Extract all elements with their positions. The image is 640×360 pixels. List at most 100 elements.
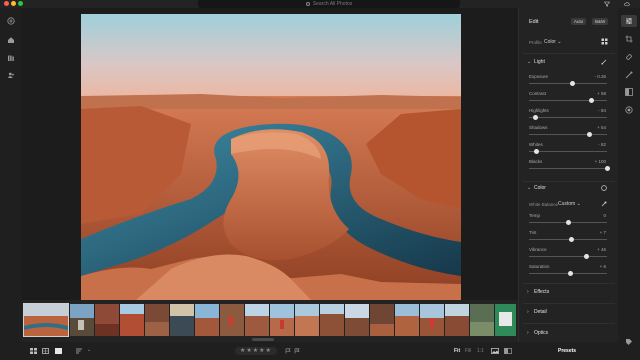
whites-slider-track[interactable] (529, 149, 607, 154)
filmstrip-thumbnail[interactable] (170, 304, 194, 336)
filmstrip-thumbnail[interactable] (370, 304, 394, 336)
light-section-header[interactable]: ⌄ Light (527, 59, 545, 65)
filmstrip-thumbnail[interactable] (445, 304, 469, 336)
temp-value[interactable]: 0 (603, 213, 606, 218)
filmstrip-thumbnail[interactable] (195, 304, 219, 336)
square-grid-icon[interactable] (42, 348, 49, 354)
profile-dropdown[interactable]: Color ⌄ (544, 39, 562, 45)
filmstrip[interactable] (22, 300, 518, 342)
search-field[interactable]: Search All Photos (198, 0, 460, 8)
healing-brush-icon[interactable] (625, 53, 633, 61)
exposure-value[interactable]: - 0.36 (594, 74, 606, 79)
edit-tool-active[interactable] (621, 15, 637, 27)
radial-gradient-icon[interactable] (625, 106, 633, 114)
filmstrip-thumbnail[interactable] (295, 304, 319, 336)
filmstrip-thumbnail[interactable] (495, 304, 516, 336)
blacks-slider-knob[interactable] (605, 166, 610, 171)
tint-slider-knob[interactable] (569, 237, 575, 242)
profile-browser-icon[interactable] (601, 38, 608, 45)
highlights-slider-track[interactable] (529, 115, 607, 120)
white-balance-dropdown[interactable]: Custom ⌄ (558, 201, 581, 207)
presets-button[interactable]: Presets (558, 348, 576, 354)
flag-pick-icon[interactable] (285, 348, 291, 354)
color-mix-icon[interactable] (601, 185, 607, 191)
filmstrip-thumbnail[interactable] (395, 304, 419, 336)
filmstrip-thumbnail[interactable] (23, 303, 69, 337)
crop-icon[interactable] (625, 35, 633, 43)
tint-value[interactable]: + 7 (600, 230, 606, 235)
filmstrip-thumbnail[interactable] (420, 304, 444, 336)
compare-view-icon[interactable] (491, 348, 499, 354)
brush-tool-icon[interactable] (625, 71, 633, 79)
cloud-sync-icon[interactable] (624, 1, 630, 7)
zoom-fill-button[interactable]: Fill (465, 348, 471, 354)
zoom-fit-button[interactable]: Fit (454, 348, 460, 354)
saturation-slider-track[interactable] (529, 271, 607, 276)
contrast-slider-track[interactable] (529, 98, 607, 103)
minimize-window-button[interactable] (11, 1, 16, 6)
temp-slider-knob[interactable] (566, 220, 571, 225)
brush-icon[interactable] (601, 59, 607, 65)
chevron-down-icon: ⌄ (527, 185, 532, 191)
tag-icon[interactable] (625, 338, 633, 346)
temp-slider-track[interactable] (529, 220, 607, 225)
color-section-header[interactable]: ⌄ Color (527, 185, 546, 191)
saturation-slider-knob[interactable] (568, 271, 574, 276)
optics-section-header[interactable]: › Optics (527, 330, 548, 336)
vibrance-slider-knob[interactable] (583, 254, 589, 259)
detail-view-icon[interactable] (55, 348, 62, 354)
exposure-slider-track[interactable] (529, 81, 607, 86)
highlights-slider-knob[interactable] (533, 115, 539, 120)
star-rating[interactable]: ★★★★★ (235, 347, 277, 355)
blacks-value[interactable]: + 100 (595, 159, 606, 164)
divider (523, 303, 615, 304)
shadows-slider-track[interactable] (529, 132, 607, 137)
filter-icon[interactable] (604, 1, 610, 7)
chevron-right-icon: › (527, 309, 529, 315)
sort-chevron-down-icon[interactable]: ⌄ (87, 347, 91, 353)
filmstrip-thumbnail[interactable] (145, 304, 169, 336)
filmstrip-thumbnail[interactable] (120, 304, 144, 336)
filmstrip-thumbnail[interactable] (470, 304, 494, 336)
library-icon[interactable] (7, 54, 15, 62)
effects-section-header[interactable]: › Effects (527, 289, 549, 295)
bw-button[interactable]: B&W (592, 18, 609, 25)
whites-value[interactable]: - 82 (598, 142, 606, 147)
vibrance-value[interactable]: + 46 (597, 247, 606, 252)
contrast-value[interactable]: + 58 (597, 91, 606, 96)
home-icon[interactable] (7, 36, 15, 44)
vibrance-slider-track[interactable] (529, 254, 607, 259)
highlights-value[interactable]: - 84 (598, 108, 606, 113)
saturation-label: Saturation (529, 264, 550, 269)
exposure-slider-knob[interactable] (569, 81, 575, 86)
saturation-value[interactable]: + 6 (600, 264, 606, 269)
filmstrip-thumbnail[interactable] (95, 304, 119, 336)
shadows-slider-knob[interactable] (587, 132, 593, 137)
filmstrip-thumbnail[interactable] (320, 304, 344, 336)
contrast-slider-knob[interactable] (588, 98, 594, 103)
eyedropper-icon[interactable] (601, 201, 607, 207)
linear-gradient-icon[interactable] (625, 88, 633, 96)
filmstrip-thumbnail[interactable] (345, 304, 369, 336)
blacks-slider-track[interactable] (529, 166, 610, 171)
detail-section-header[interactable]: › Detail (527, 309, 547, 315)
filmstrip-thumbnail[interactable] (270, 304, 294, 336)
filmstrip-scrollbar[interactable] (252, 338, 274, 341)
shadows-value[interactable]: + 54 (597, 125, 606, 130)
tint-slider-track[interactable] (529, 237, 607, 242)
auto-button[interactable]: Auto (571, 18, 587, 25)
zoom-1-1-button[interactable]: 1:1 (477, 348, 484, 354)
zoom-window-button[interactable] (18, 1, 23, 6)
close-window-button[interactable] (4, 1, 9, 6)
add-photos-icon[interactable] (7, 17, 15, 25)
grid-view-icon[interactable] (30, 348, 37, 354)
profile-label: Profile (529, 40, 542, 45)
before-after-icon[interactable] (504, 348, 512, 354)
people-icon[interactable] (7, 71, 15, 79)
sort-icon[interactable] (76, 348, 84, 354)
whites-slider-knob[interactable] (534, 149, 540, 154)
flag-reject-icon[interactable] (294, 348, 300, 354)
filmstrip-thumbnail[interactable] (245, 304, 269, 336)
filmstrip-thumbnail[interactable] (220, 304, 244, 336)
filmstrip-thumbnail[interactable] (70, 304, 94, 336)
